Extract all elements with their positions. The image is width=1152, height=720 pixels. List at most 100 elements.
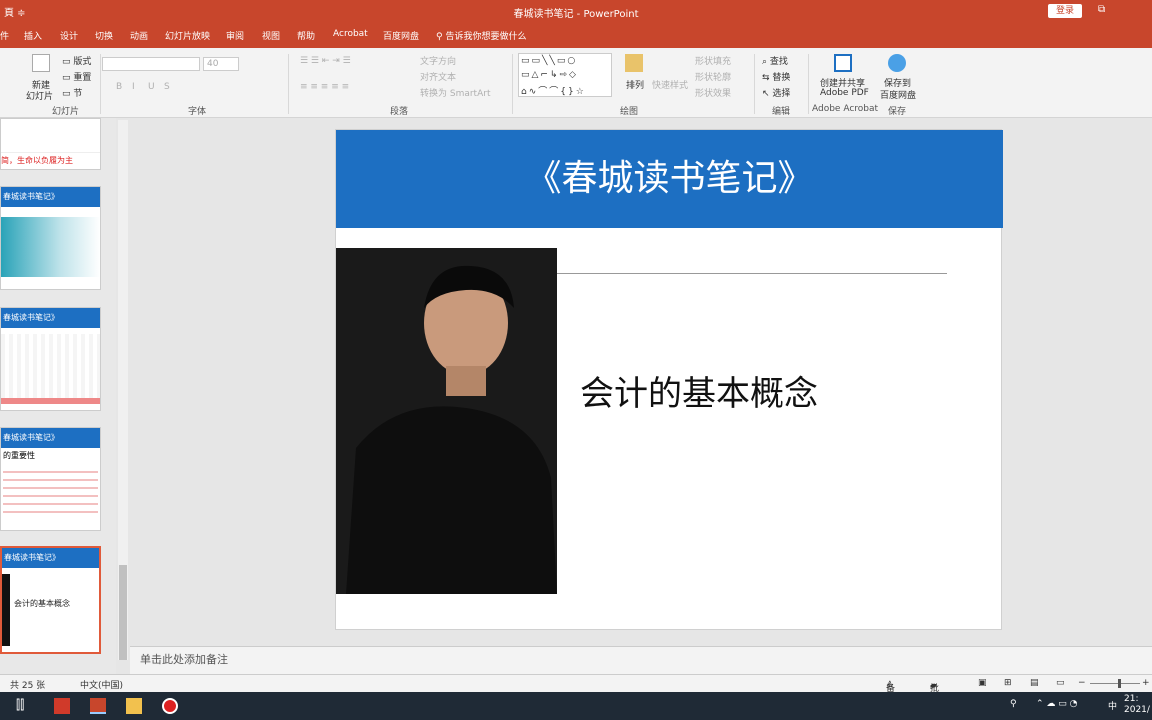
- shapes-icons-row2: ▭△⌐↳⇨◇: [521, 70, 578, 80]
- align-icons[interactable]: ≡ ≡ ≡ ≡ ≡: [300, 82, 349, 92]
- select-label: 选择: [772, 89, 791, 99]
- slide-thumbnail[interactable]: 春城读书笔记》 的重要性: [0, 427, 101, 531]
- zoom-in-icon[interactable]: +: [1142, 678, 1150, 688]
- powerpoint-app-icon[interactable]: [90, 698, 106, 714]
- tab-insert[interactable]: 插入: [24, 29, 42, 42]
- tab-design[interactable]: 设计: [60, 29, 78, 42]
- align-text-button[interactable]: 对齐文本: [420, 70, 456, 83]
- slide-thumbnail[interactable]: 春城读书笔记》: [0, 186, 101, 290]
- group-label-font: 字体: [188, 107, 207, 117]
- slideshow-icon[interactable]: ▭: [1056, 678, 1065, 688]
- layout-icon: ▭: [62, 57, 74, 67]
- divider: [754, 54, 755, 114]
- notes-pane[interactable]: 单击此处添加备注: [130, 646, 1152, 674]
- title-bar: 頁 ≑ 春城读书笔记 - PowerPoint 登录 ⧉: [0, 0, 1152, 22]
- current-slide[interactable]: 《春城读书笔记》 会计的基本概念: [335, 129, 1003, 630]
- tab-slideshow[interactable]: 幻灯片放映: [165, 29, 210, 42]
- file-explorer-icon[interactable]: [126, 698, 142, 714]
- slide-subtitle[interactable]: 会计的基本概念: [580, 366, 818, 415]
- zoom-out-icon[interactable]: −: [1078, 678, 1086, 688]
- tab-transitions[interactable]: 切换: [95, 29, 113, 42]
- shape-effects-button[interactable]: 形状效果: [695, 86, 731, 99]
- slide-count: 共 25 张: [10, 681, 46, 691]
- select-button[interactable]: ↖ 选择: [762, 86, 790, 99]
- restore-window-icon[interactable]: ⧉: [1098, 4, 1105, 15]
- notes-placeholder: 单击此处添加备注: [140, 653, 228, 666]
- taskbar: ⫿⫿ ⚲ ⌃ ☁ ▭ ◔ 中 21: 2021/: [0, 692, 1152, 720]
- ime-indicator[interactable]: 中: [1108, 699, 1117, 712]
- tab-view[interactable]: 视图: [262, 29, 280, 42]
- divider: [100, 54, 101, 114]
- shapes-icons: ▭▭╲╲▭○: [521, 56, 578, 66]
- people-icon[interactable]: ⚲: [1010, 699, 1017, 709]
- new-slide-label-2[interactable]: 幻灯片: [26, 89, 53, 102]
- presenter-photo-graphic: [336, 248, 557, 594]
- slide-thumbnail[interactable]: 简，生命以负履为主: [0, 118, 101, 170]
- shape-outline-button[interactable]: 形状轮廓: [695, 70, 731, 83]
- ribbon-tabs: 件 插入 设计 切换 动画 幻灯片放映 审阅 视图 帮助 Acrobat 百度网…: [0, 22, 1152, 48]
- font-name-field[interactable]: [102, 57, 200, 71]
- tray-icons[interactable]: ⌃ ☁ ▭ ◔: [1036, 699, 1077, 709]
- thumbnail-header: 春城读书笔记》: [2, 548, 99, 568]
- group-label-slides: 幻灯片: [52, 107, 80, 117]
- divider: [512, 54, 513, 114]
- tab-review[interactable]: 审阅: [226, 29, 244, 42]
- reset-icon: ▭: [62, 73, 74, 83]
- zoom-slider[interactable]: [1090, 683, 1140, 684]
- tab-animations[interactable]: 动画: [130, 29, 148, 42]
- group-label-editing: 编辑: [772, 107, 791, 117]
- arrange-icon[interactable]: [625, 54, 643, 72]
- shapes-gallery[interactable]: ▭▭╲╲▭○ ▭△⌐↳⇨◇ ⌂∿⌒⌒{}☆: [518, 53, 612, 97]
- thumbnail-header: 春城读书笔记》: [1, 428, 100, 448]
- find-button[interactable]: ⌕ 查找: [762, 54, 788, 67]
- tab-file[interactable]: 件: [0, 29, 9, 42]
- slide-title[interactable]: 《春城读书笔记》: [336, 130, 1003, 228]
- task-view-icon[interactable]: ⫿⫿: [16, 698, 32, 714]
- adobe-pdf-icon[interactable]: [834, 54, 852, 72]
- thumbnail-body: [1, 119, 100, 153]
- slide-sorter-icon[interactable]: ⊞: [1004, 678, 1012, 688]
- strikethrough-button[interactable]: S: [164, 82, 170, 92]
- slide-thumbnail[interactable]: 春城读书笔记》: [0, 307, 101, 411]
- record-icon[interactable]: [162, 698, 178, 714]
- list-icons[interactable]: ☰ ☰ ⇤ ⇥ ☰: [300, 56, 351, 66]
- slide-thumbnail-active[interactable]: 春城读书笔记》 会计的基本概念: [0, 546, 101, 654]
- search-icon: ⌕: [762, 57, 770, 67]
- group-label-save: 保存: [888, 107, 907, 117]
- login-button[interactable]: 登录: [1048, 4, 1082, 18]
- reading-view-icon[interactable]: ▤: [1030, 678, 1039, 688]
- wps-app-icon[interactable]: [54, 698, 70, 714]
- underline-button[interactable]: U: [148, 82, 155, 92]
- scrollbar-thumb[interactable]: [119, 565, 127, 660]
- text-direction-button[interactable]: 文字方向: [420, 54, 456, 67]
- cloud-icon[interactable]: [888, 54, 906, 72]
- save-cloud-label-2[interactable]: 百度网盘: [880, 88, 916, 101]
- shape-fill-button[interactable]: 形状填充: [695, 54, 731, 67]
- quick-styles-button[interactable]: 快速样式: [652, 78, 688, 91]
- presenter-photo[interactable]: [336, 248, 557, 594]
- italic-button[interactable]: I: [132, 82, 135, 92]
- new-slide-icon[interactable]: [32, 54, 50, 72]
- normal-view-icon[interactable]: ▣: [978, 678, 987, 688]
- arrange-label[interactable]: 排列: [626, 78, 644, 91]
- create-pdf-label-2[interactable]: Adobe PDF: [820, 88, 869, 98]
- system-clock[interactable]: 21: 2021/: [1124, 694, 1150, 716]
- language-indicator[interactable]: 中文(中国): [80, 678, 123, 691]
- thumbnail-header: 春城读书笔记》: [1, 187, 100, 207]
- ribbon: 新建 幻灯片 ▭ 版式 ▭ 重置 ▭ 节 幻灯片 40 B I U S 字体 ☰…: [0, 48, 1152, 118]
- font-size-field[interactable]: 40: [203, 57, 239, 71]
- tab-baidu-netdisk[interactable]: 百度网盘: [383, 29, 419, 42]
- thumbnail-scrollbar[interactable]: [118, 120, 128, 660]
- replace-button[interactable]: ⇆ 替换: [762, 70, 790, 83]
- zoom-slider-thumb[interactable]: [1118, 679, 1121, 688]
- slide-thumbnail-panel: 简，生命以负履为主 春城读书笔记》 春城读书笔记》 春城读书笔记》 的重要性 春…: [0, 118, 116, 674]
- section-button[interactable]: ▭ 节: [62, 86, 82, 99]
- layout-button[interactable]: ▭ 版式: [62, 54, 91, 67]
- tell-me-search[interactable]: ⚲ 告诉我你想要做什么: [436, 29, 526, 42]
- clock-date: 2021/: [1124, 705, 1150, 715]
- tab-acrobat[interactable]: Acrobat: [333, 29, 368, 39]
- bold-button[interactable]: B: [116, 82, 122, 92]
- reset-button[interactable]: ▭ 重置: [62, 70, 91, 83]
- tab-help[interactable]: 帮助: [297, 29, 315, 42]
- smartart-button[interactable]: 转换为 SmartArt: [420, 86, 490, 99]
